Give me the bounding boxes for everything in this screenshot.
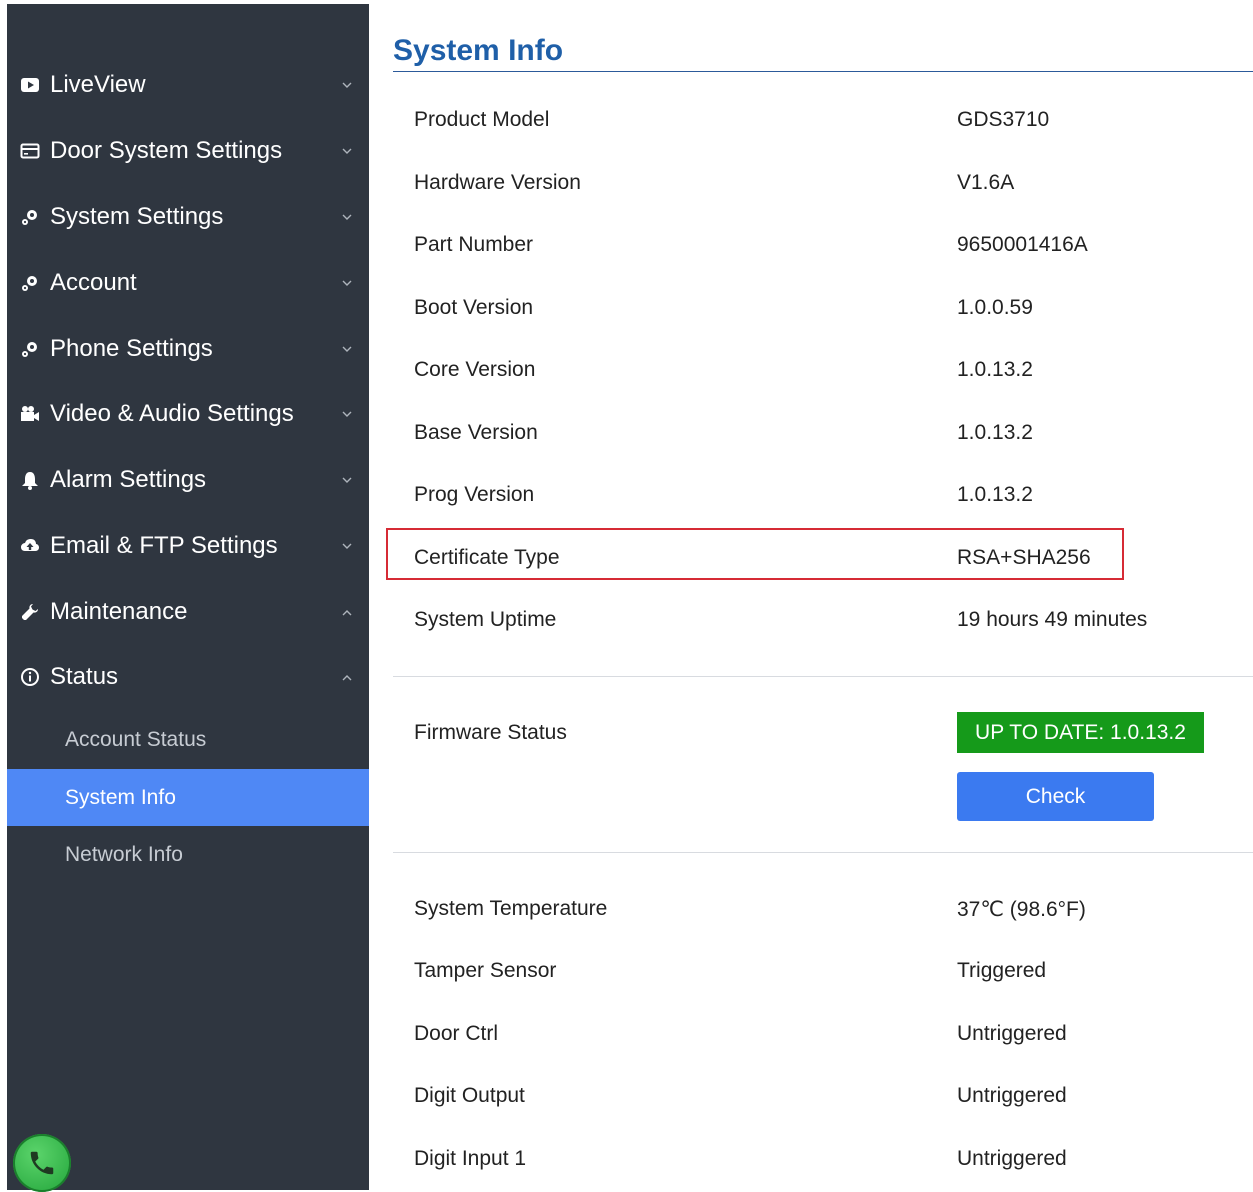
sidebar-item-label: Account [50, 269, 137, 296]
row-label: Tamper Sensor [414, 959, 557, 982]
status-row-digit-output: Digit Output Untriggered [393, 1076, 1253, 1116]
chevron-up-icon [341, 606, 353, 618]
sidebar-item-label: Status [50, 663, 119, 690]
chevron-down-icon [341, 79, 353, 91]
sidebar-item-maintenance[interactable]: Maintenance [7, 580, 369, 644]
sidebar-item-label: Maintenance [50, 598, 188, 625]
gears-icon [19, 272, 41, 294]
row-label: Certificate Type [414, 546, 560, 569]
title-divider [393, 71, 1253, 72]
info-row-boot-version: Boot Version 1.0.0.59 [393, 288, 1253, 328]
info-row-prog-version: Prog Version 1.0.13.2 [393, 475, 1253, 515]
chevron-down-icon [341, 277, 353, 289]
phone-call-button[interactable] [13, 1134, 71, 1192]
row-label: System Temperature [414, 897, 608, 920]
sidebar-item-system-settings[interactable]: System Settings [7, 185, 369, 249]
info-row-product-model: Product Model GDS3710 [393, 100, 1253, 140]
row-value: GDS3710 [957, 108, 1050, 131]
row-value: 37℃ (98.6°F) [957, 898, 1086, 921]
info-row-core-version: Core Version 1.0.13.2 [393, 350, 1253, 390]
chevron-down-icon [341, 145, 353, 157]
page-title: System Info [393, 34, 564, 67]
info-row-hardware-version: Hardware Version V1.6A [393, 163, 1253, 203]
sidebar-item-label: Alarm Settings [50, 466, 207, 493]
row-label: Prog Version [414, 483, 535, 506]
sidebar-subitem-account-status[interactable]: Account Status [7, 711, 369, 768]
row-value: 1.0.13.2 [957, 421, 1033, 444]
row-value: Untriggered [957, 1147, 1067, 1170]
sidebar-item-label: Video & Audio Settings [50, 400, 294, 427]
chevron-down-icon [341, 408, 353, 420]
row-value: V1.6A [957, 171, 1015, 194]
sidebar-item-label: LiveView [50, 71, 146, 98]
phone-icon [27, 1148, 57, 1178]
sidebar-item-label: Door System Settings [50, 137, 283, 164]
row-label: Firmware Status [414, 721, 567, 744]
status-row-digit-input-1: Digit Input 1 Untriggered [393, 1139, 1253, 1179]
section-divider [393, 676, 1253, 677]
sidebar-subitem-network-info[interactable]: Network Info [7, 826, 369, 883]
info-row-base-version: Base Version 1.0.13.2 [393, 413, 1253, 453]
row-label: Hardware Version [414, 171, 581, 194]
chevron-down-icon [341, 474, 353, 486]
sidebar-item-alarm-settings[interactable]: Alarm Settings [7, 448, 369, 512]
gears-icon [19, 338, 41, 360]
sidebar-subitem-system-info[interactable]: System Info [7, 769, 369, 826]
row-value: Untriggered [957, 1022, 1067, 1045]
info-row-part-number: Part Number 9650001416A [393, 225, 1253, 265]
row-value: 1.0.13.2 [957, 483, 1033, 506]
row-label: Part Number [414, 233, 534, 256]
sidebar-item-door-system-settings[interactable]: Door System Settings [7, 119, 369, 183]
row-label: Base Version [414, 421, 538, 444]
sidebar: LiveView Door System Settings System Set… [7, 4, 369, 1190]
cloud-upload-icon [19, 535, 41, 557]
sidebar-item-email-ftp-settings[interactable]: Email & FTP Settings [7, 514, 369, 578]
play-icon [19, 74, 41, 96]
video-audio-icon [19, 403, 41, 425]
row-value: Triggered [957, 959, 1047, 982]
row-label: System Uptime [414, 608, 557, 631]
door-card-icon [19, 140, 41, 162]
status-row-door-ctrl: Door Ctrl Untriggered [393, 1014, 1253, 1054]
chevron-down-icon [341, 343, 353, 355]
row-label: Core Version [414, 358, 536, 381]
row-label: Boot Version [414, 296, 534, 319]
row-label: Digit Input 1 [414, 1147, 527, 1170]
info-circle-icon [19, 666, 41, 688]
chevron-down-icon [341, 540, 353, 552]
main-content: System Info Product Model GDS3710 Hardwa… [386, 0, 1253, 1190]
sidebar-item-label: System Settings [50, 203, 224, 230]
row-value: Untriggered [957, 1084, 1067, 1107]
info-row-certificate-type: Certificate Type RSA+SHA256 [393, 538, 1253, 578]
section-divider [393, 852, 1253, 853]
status-row-tamper-sensor: Tamper Sensor Triggered [393, 951, 1253, 991]
sidebar-item-liveview[interactable]: LiveView [7, 53, 369, 117]
sidebar-item-account[interactable]: Account [7, 251, 369, 315]
sidebar-item-video-audio-settings[interactable]: Video & Audio Settings [7, 382, 369, 446]
chevron-down-icon [341, 211, 353, 223]
info-row-system-uptime: System Uptime 19 hours 49 minutes [393, 600, 1253, 640]
row-value: 9650001416A [957, 233, 1088, 256]
wrench-icon [19, 601, 41, 623]
row-label: Digit Output [414, 1084, 525, 1107]
firmware-status-badge: UP TO DATE: 1.0.13.2 [957, 712, 1204, 753]
sidebar-item-label: Phone Settings [50, 335, 213, 362]
row-value: 1.0.0.59 [957, 296, 1033, 319]
row-value: 1.0.13.2 [957, 358, 1033, 381]
sidebar-item-status[interactable]: Status [7, 645, 369, 709]
sidebar-item-phone-settings[interactable]: Phone Settings [7, 317, 369, 381]
row-value: RSA+SHA256 [957, 546, 1091, 569]
bell-icon [19, 469, 41, 491]
row-label: Product Model [414, 108, 550, 131]
status-row-system-temperature: System Temperature 37℃ (98.6°F) [393, 889, 1253, 929]
row-value: 19 hours 49 minutes [957, 608, 1148, 631]
row-label: Door Ctrl [414, 1022, 499, 1045]
gears-icon [19, 206, 41, 228]
check-firmware-button[interactable]: Check [957, 772, 1154, 821]
sidebar-item-label: Email & FTP Settings [50, 532, 278, 559]
chevron-up-icon [341, 671, 353, 683]
